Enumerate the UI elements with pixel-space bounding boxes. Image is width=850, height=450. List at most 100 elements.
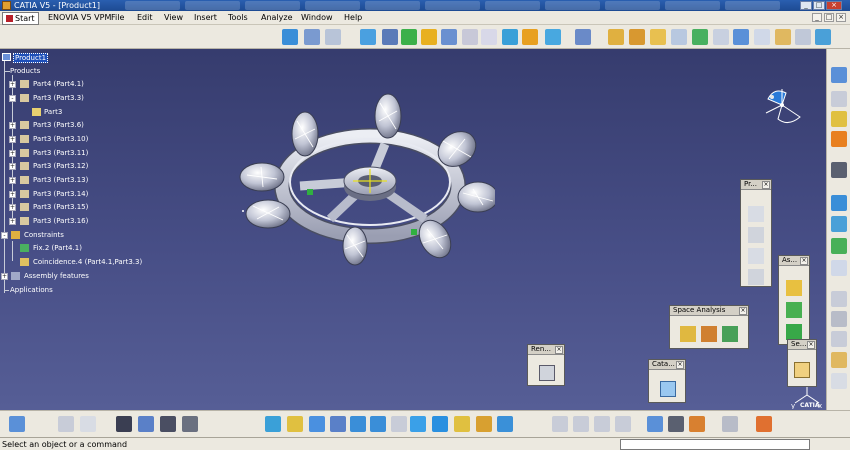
expand-icon[interactable]: + <box>9 163 16 170</box>
shading-icon[interactable] <box>454 416 470 432</box>
cursor-icon[interactable] <box>575 29 591 45</box>
menu-start[interactable]: Start <box>2 12 39 25</box>
lock-icon[interactable] <box>831 111 847 127</box>
tree-node-part[interactable]: Part3 (Part3.15) <box>33 203 88 211</box>
measure-inertia-icon[interactable] <box>594 416 610 432</box>
graph-tree-icon[interactable] <box>401 29 417 45</box>
quick-constraint-icon[interactable] <box>733 29 749 45</box>
zoom-in-icon[interactable] <box>350 416 366 432</box>
panel-close-button[interactable]: × <box>676 361 684 369</box>
zoom-out-icon[interactable] <box>370 416 386 432</box>
pan-icon[interactable] <box>309 416 325 432</box>
menu-file[interactable]: File <box>111 13 124 22</box>
reuse-pattern-icon[interactable] <box>795 29 811 45</box>
taskbar-tab[interactable] <box>365 1 420 10</box>
expand-icon[interactable]: + <box>1 273 8 280</box>
product-icon[interactable] <box>304 29 320 45</box>
normal-view-icon[interactable] <box>391 416 407 432</box>
taskbar-tab[interactable] <box>545 1 600 10</box>
panel-close-button[interactable]: × <box>739 307 747 315</box>
expand-icon[interactable]: + <box>9 204 16 211</box>
tree-node-assembly-features[interactable]: Assembly features <box>24 272 89 280</box>
expand-icon[interactable]: + <box>9 122 16 129</box>
expand-icon[interactable]: + <box>9 191 16 198</box>
swap-space-icon[interactable] <box>497 416 513 432</box>
expand-icon[interactable]: + <box>9 218 16 225</box>
rotate-icon[interactable] <box>330 416 346 432</box>
panel-close-button[interactable]: × <box>762 181 770 189</box>
taskbar-tab[interactable] <box>185 1 240 10</box>
taskbar-tab[interactable] <box>665 1 720 10</box>
sketch-icon[interactable] <box>462 29 478 45</box>
distance-icon[interactable] <box>722 326 738 342</box>
collapse-icon[interactable]: - <box>1 232 8 239</box>
isometric-view-icon[interactable] <box>432 416 448 432</box>
tree-node-products[interactable]: Products <box>10 67 40 75</box>
panel-close-button[interactable]: × <box>555 346 563 354</box>
menu-enovia[interactable]: ENOVIA V5 VPM <box>48 13 111 22</box>
manipulate-icon[interactable] <box>502 29 518 45</box>
menu-tools[interactable]: Tools <box>228 13 248 22</box>
taskbar-tab[interactable] <box>605 1 660 10</box>
text-icon[interactable] <box>831 260 847 276</box>
measure-between-icon[interactable] <box>552 416 568 432</box>
expand-icon[interactable]: + <box>9 150 16 157</box>
abc-flag-icon[interactable] <box>831 331 847 347</box>
camera-icon[interactable] <box>539 365 555 381</box>
tree-icon[interactable] <box>138 416 154 432</box>
multiple-instantiation-icon[interactable] <box>831 131 847 147</box>
panel-close-button[interactable]: × <box>807 341 815 349</box>
panel-close-button[interactable]: × <box>800 257 808 265</box>
gear-icon[interactable] <box>831 162 847 178</box>
hide-show-icon[interactable] <box>476 416 492 432</box>
grid-options-icon[interactable] <box>756 416 772 432</box>
tree-node-constraint[interactable]: Coincidence.4 (Part4.1,Part3.3) <box>33 258 142 266</box>
new-part-icon[interactable] <box>748 248 764 264</box>
numbering-icon[interactable] <box>441 29 457 45</box>
scene-icon[interactable] <box>831 373 847 389</box>
clash-icon[interactable] <box>680 326 696 342</box>
close-button[interactable]: × <box>826 1 842 10</box>
hole-icon[interactable] <box>786 302 802 318</box>
print-icon[interactable] <box>9 416 25 432</box>
tree-node-applications[interactable]: Applications <box>10 286 53 294</box>
tree-node-part[interactable]: Part3 (Part3.14) <box>33 190 88 198</box>
weld-icon[interactable] <box>831 291 847 307</box>
move-icon[interactable] <box>831 195 847 211</box>
tree-node-part[interactable]: Part3 (Part3.11) <box>33 149 88 157</box>
measure-item-icon[interactable] <box>573 416 589 432</box>
split-icon[interactable] <box>786 280 802 296</box>
explode-icon[interactable] <box>831 216 847 232</box>
select-arrow-icon[interactable] <box>794 362 810 378</box>
document-icon[interactable] <box>481 29 497 45</box>
fix-icon[interactable] <box>692 29 708 45</box>
render-style-icon[interactable] <box>722 416 738 432</box>
expand-icon[interactable]: + <box>9 81 16 88</box>
minimize-button[interactable]: _ <box>800 1 812 10</box>
annotation-icon[interactable] <box>831 238 847 254</box>
formula-icon[interactable] <box>58 416 74 432</box>
material-icon[interactable] <box>689 416 705 432</box>
reorder-icon[interactable] <box>421 29 437 45</box>
toolbar-overflow-icon[interactable] <box>815 29 831 45</box>
doc-close-button[interactable]: × <box>836 13 846 22</box>
tree-node-constraint[interactable]: Fix.2 (Part4.1) <box>33 244 82 252</box>
command-input[interactable] <box>620 439 810 450</box>
snap-icon[interactable] <box>545 29 561 45</box>
pattern-icon[interactable] <box>668 416 684 432</box>
change-constraint-icon[interactable] <box>775 29 791 45</box>
expand-icon[interactable]: + <box>9 136 16 143</box>
menu-window[interactable]: Window <box>301 13 333 22</box>
doc-minimize-button[interactable]: _ <box>812 13 822 22</box>
maximize-button[interactable]: □ <box>813 1 825 10</box>
expand-icon[interactable]: + <box>9 177 16 184</box>
abc-text-icon[interactable] <box>831 311 847 327</box>
menu-view[interactable]: View <box>164 13 183 22</box>
tree-node-part[interactable]: Part3 (Part3.16) <box>33 217 88 225</box>
collapse-icon[interactable]: - <box>9 95 16 102</box>
taskbar-tab[interactable] <box>725 1 780 10</box>
pen-icon[interactable] <box>360 29 376 45</box>
new-product-icon[interactable] <box>748 227 764 243</box>
fly-mode-icon[interactable] <box>265 416 281 432</box>
tree-node-part[interactable]: Part3 (Part3.6) <box>33 121 84 129</box>
